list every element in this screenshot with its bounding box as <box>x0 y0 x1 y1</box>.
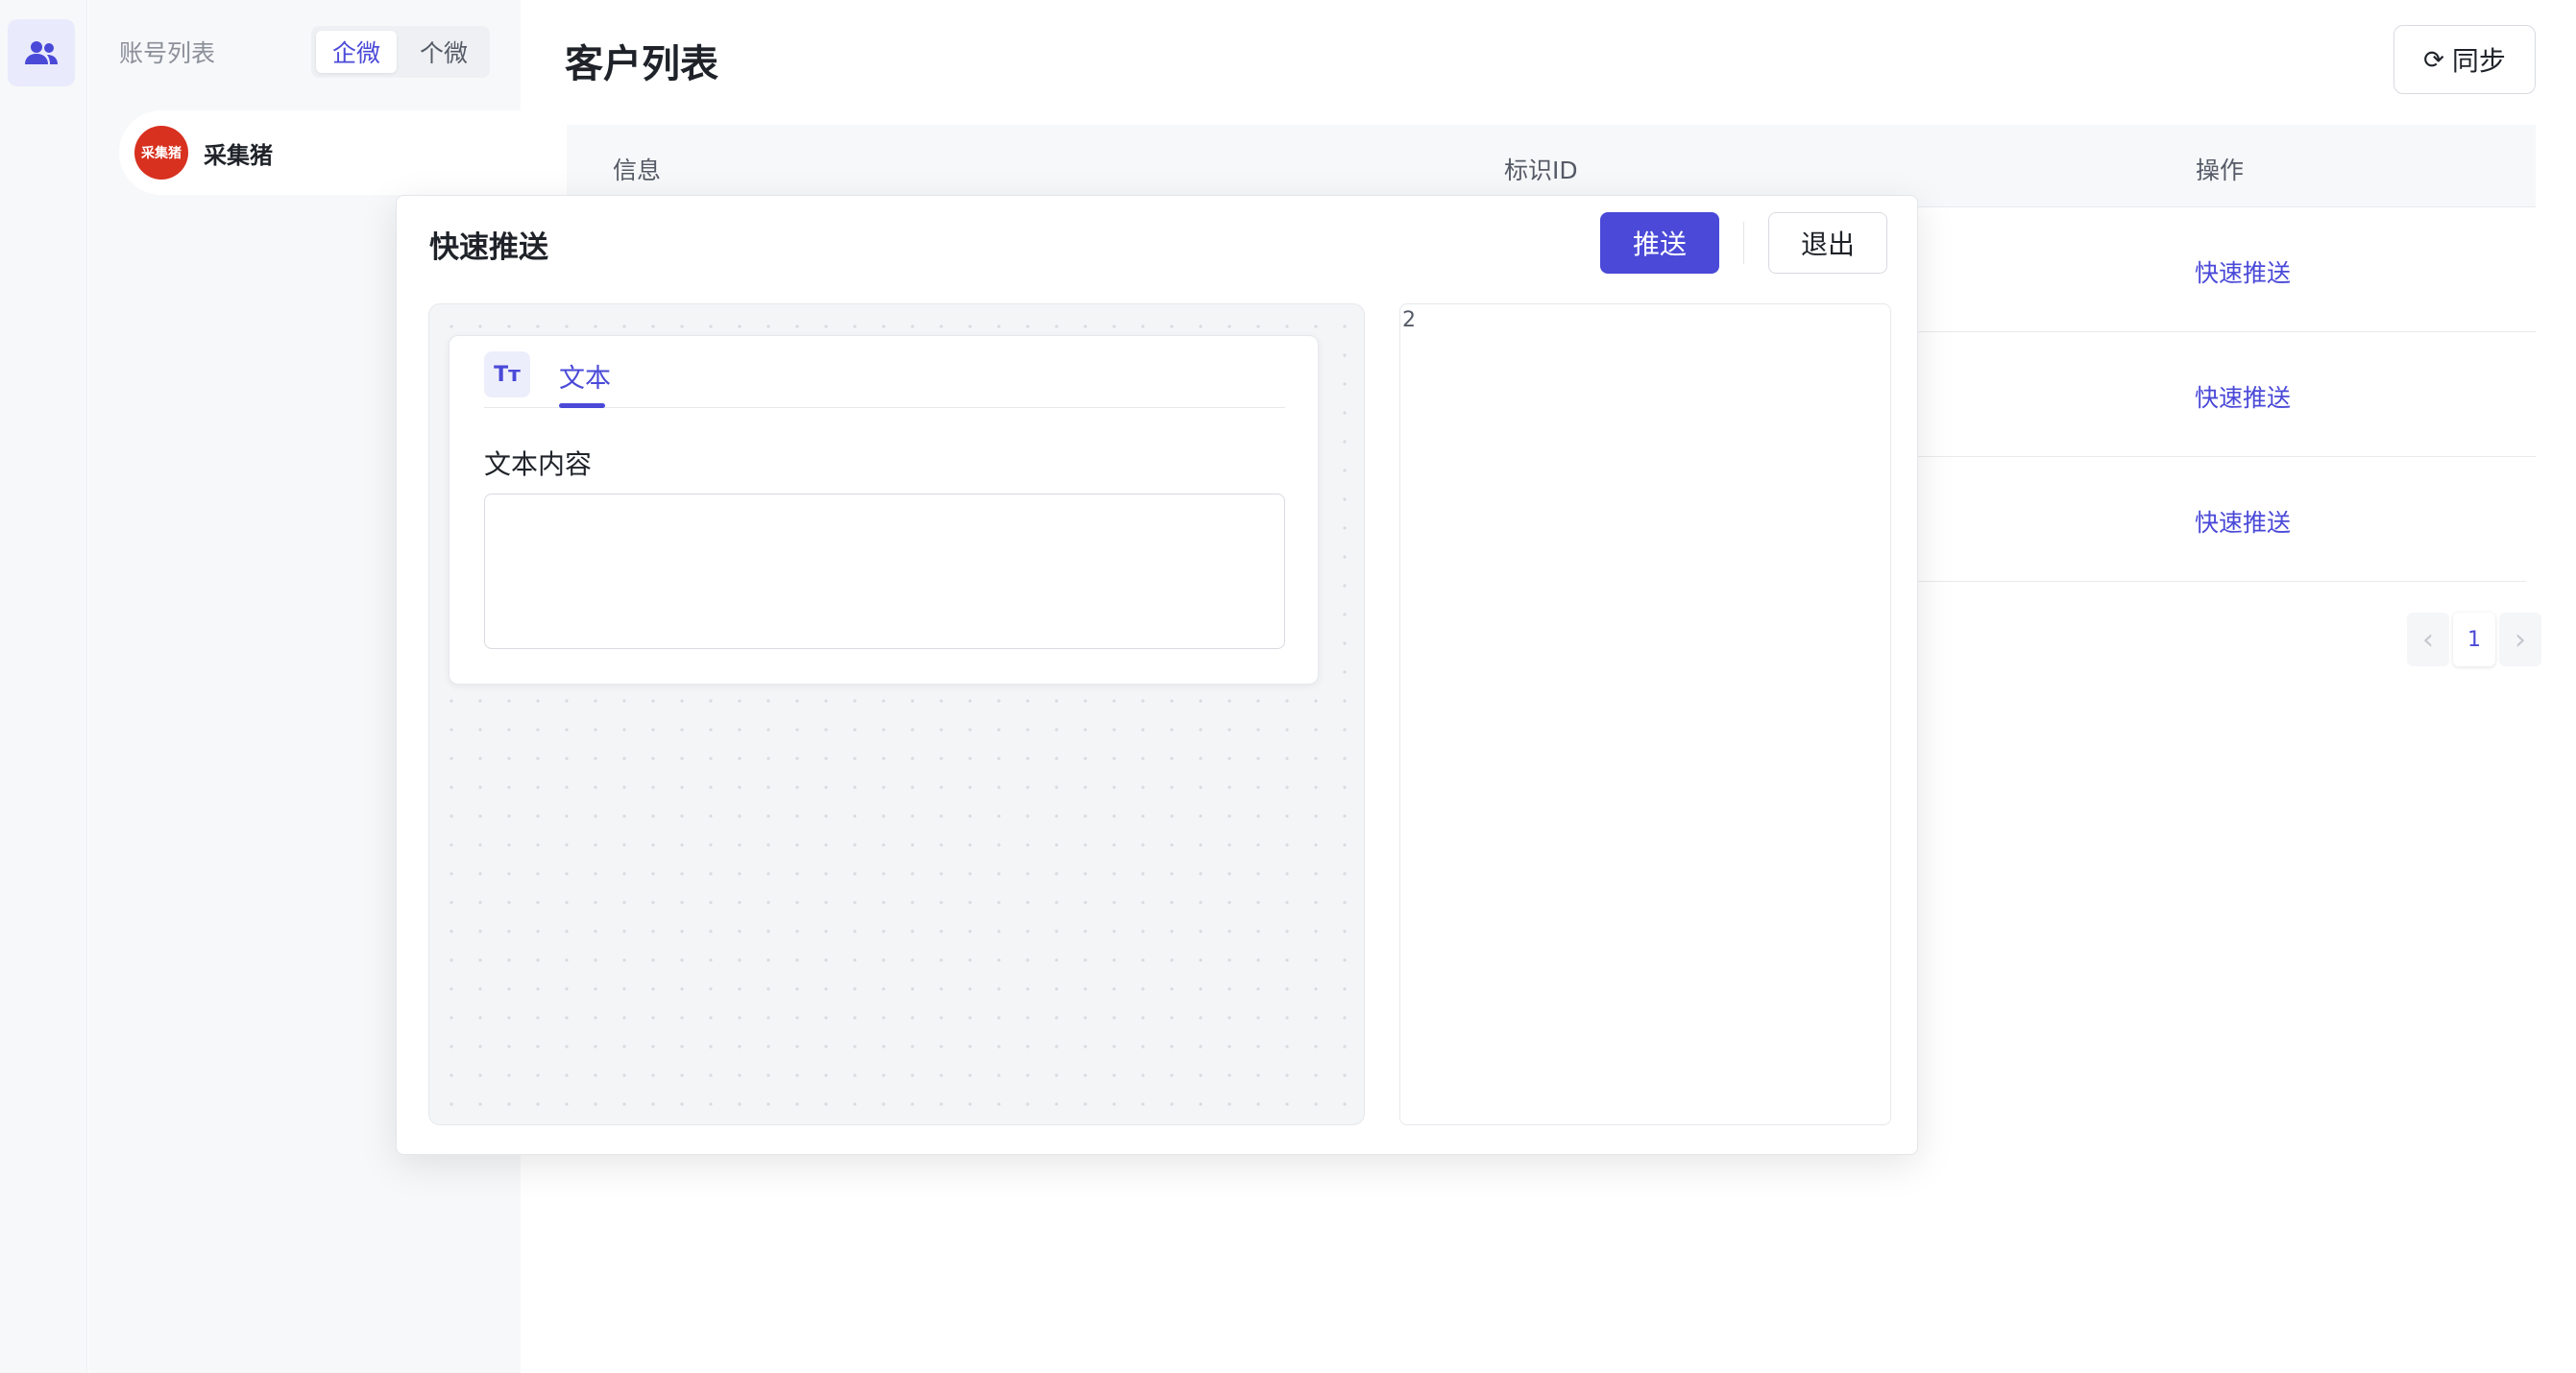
refresh-icon: ⟳ <box>2423 44 2444 74</box>
pagination: ‹ 1 › <box>2407 613 2541 666</box>
column-header-actions: 操作 <box>2196 157 2245 184</box>
push-button[interactable]: 推送 <box>1600 212 1719 274</box>
quick-push-modal: 快速推送 推送 退出 Tт 文本 文本内容 2 <box>396 195 1918 1155</box>
text-content-label: 文本内容 <box>484 448 593 480</box>
text-type-icon: Tт <box>484 351 530 397</box>
tab-text[interactable]: 文本 <box>559 357 611 395</box>
quick-push-link[interactable]: 快速推送 <box>2195 379 2291 414</box>
sync-button[interactable]: ⟳ 同步 <box>2394 25 2536 94</box>
text-message-card: Tт 文本 文本内容 <box>449 335 1319 685</box>
users-icon <box>25 41 58 64</box>
preview-text: 2 <box>1402 308 1416 332</box>
quick-push-link[interactable]: 快速推送 <box>2195 254 2291 289</box>
account-name: 采集猪 <box>204 141 273 169</box>
prev-page-button[interactable]: ‹ <box>2407 613 2449 666</box>
active-tab-indicator <box>559 403 605 408</box>
rail-users-button[interactable] <box>8 19 75 86</box>
modal-title: 快速推送 <box>429 230 548 265</box>
column-header-id: 标识ID <box>1504 157 1578 184</box>
segment-wechat[interactable]: 个微 <box>403 31 484 73</box>
account-list-title: 账号列表 <box>119 39 216 67</box>
account-type-switch: 企微 个微 <box>311 26 490 78</box>
segment-wecom[interactable]: 企微 <box>316 31 397 73</box>
sync-label: 同步 <box>2451 46 2506 76</box>
preview-panel: 2 <box>1399 303 1891 1125</box>
avatar: 采集猪 <box>134 126 188 180</box>
chevron-left-icon: ‹ <box>2422 622 2434 657</box>
editor-canvas: Tт 文本 文本内容 <box>428 303 1365 1125</box>
page-number[interactable]: 1 <box>2453 613 2495 666</box>
exit-button[interactable]: 退出 <box>1768 212 1887 274</box>
page-title: 客户列表 <box>565 42 718 86</box>
chevron-right-icon: › <box>2515 622 2526 657</box>
account-item[interactable]: 采集猪 采集猪 <box>119 110 551 195</box>
nav-rail <box>0 0 87 1373</box>
header-divider <box>1743 222 1744 264</box>
text-content-input[interactable] <box>484 494 1285 649</box>
column-header-info: 信息 <box>613 157 662 184</box>
next-page-button[interactable]: › <box>2499 613 2541 666</box>
quick-push-link[interactable]: 快速推送 <box>2195 504 2291 539</box>
